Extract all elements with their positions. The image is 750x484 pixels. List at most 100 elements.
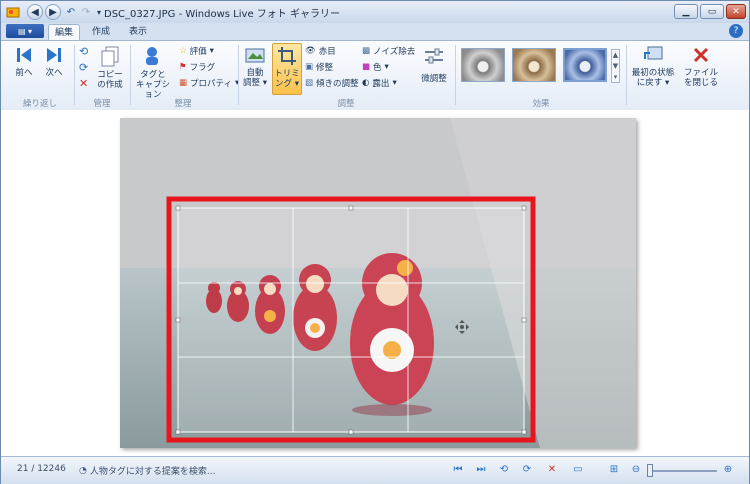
app-menu-button[interactable]: ▤ ▾ <box>6 24 44 38</box>
group-label-repeat: 繰り返し <box>22 99 57 109</box>
minimize-button[interactable]: ▁ <box>674 4 698 19</box>
rotate-right-icon: ⟳ <box>79 61 89 74</box>
color-label: 色 <box>373 63 382 73</box>
rotate-left-icon: ⟲ <box>79 45 89 58</box>
ribbon-separator <box>74 45 75 105</box>
photo <box>120 118 636 448</box>
rotate-right-icon[interactable]: ⟳ <box>520 463 534 477</box>
color-icon: ■ <box>362 62 371 72</box>
retouch-icon: ▣ <box>305 62 314 72</box>
retouch-button[interactable]: ▣ 修整 <box>305 61 333 73</box>
ribbon: 前へ 次へ 繰り返し ⟲ ⟳ ✕ コピー の作成 管理 タグと キャプション ☆… <box>1 40 749 111</box>
color-button[interactable]: ■ 色 ▾ <box>362 61 389 73</box>
tag-label-1: タグと <box>140 70 166 80</box>
retouch-label: 修整 <box>316 63 334 73</box>
tag-icon <box>146 47 158 65</box>
status-bar: 21 / 12246 ◔ 人物タグに対する提案を検索... ⏮ ⏭ ⟲ ⟳ ✕ … <box>1 456 749 484</box>
ribbon-separator <box>130 45 131 105</box>
close-icon: ✕ <box>732 6 740 17</box>
prev-button[interactable]: 前へ <box>11 45 37 78</box>
people-tag-suggestion[interactable]: ◔ 人物タグに対する提案を検索... <box>79 464 216 478</box>
redeye-label: 赤目 <box>318 47 336 57</box>
auto-adjust-button[interactable]: 自動 調整 ▾ <box>241 45 269 88</box>
properties-icon: ▦ <box>179 78 188 88</box>
back-icon[interactable]: ◀ <box>27 4 43 20</box>
rotate-left-icon[interactable]: ⟲ <box>497 463 511 477</box>
effect-gallery-scroll[interactable]: ▲ ▼ ▾ <box>611 49 620 83</box>
tag-caption-button[interactable]: タグと キャプション <box>132 45 174 100</box>
auto-adjust-label-1: 自動 <box>246 68 264 78</box>
minimize-icon: ▁ <box>682 6 690 17</box>
zoom-out-icon[interactable]: ⊖ <box>629 463 643 477</box>
delete-button[interactable]: ✕ <box>79 77 88 90</box>
app-icon[interactable] <box>5 4 21 20</box>
copy-label-2: の作成 <box>97 80 123 90</box>
revert-label-2-text: に戻す <box>636 78 663 88</box>
zoom-slider[interactable] <box>647 470 717 472</box>
zoom-in-icon[interactable]: ⊕ <box>721 463 735 477</box>
close-file-icon <box>693 47 709 63</box>
fine-tune-button[interactable]: 微調整 <box>417 45 451 84</box>
flag-button[interactable]: ⚑ フラグ <box>179 61 215 73</box>
copy-button[interactable]: コピー の作成 <box>95 45 125 90</box>
next-button[interactable]: 次へ <box>41 45 67 78</box>
trim-label-2: ング ▾ <box>275 79 299 89</box>
rotate-right-button[interactable]: ⟳ <box>79 61 88 74</box>
rating-label: 評価 <box>189 47 207 57</box>
group-label-manage: 管理 <box>93 99 111 109</box>
photo-count: 21 / 12246 <box>17 464 66 474</box>
close-file-label-1: ファイル <box>683 68 718 78</box>
undo-icon[interactable]: ↶ <box>63 4 79 20</box>
slideshow-icon[interactable]: ▭ <box>571 463 585 477</box>
revert-icon <box>644 46 663 60</box>
close-file-label-2: を閉じる <box>683 78 718 88</box>
straighten-button[interactable]: ▧ 傾きの調整 <box>305 77 359 89</box>
zoom-slider-thumb[interactable] <box>647 464 653 477</box>
ribbon-separator <box>455 45 456 105</box>
properties-button[interactable]: ▦プロパティ▾ <box>179 77 239 89</box>
flag-label: フラグ <box>189 63 216 73</box>
tab-view[interactable]: 表示 <box>122 24 154 40</box>
group-label-adjust: 調整 <box>337 99 355 109</box>
delete-icon: ✕ <box>79 77 89 90</box>
exposure-button[interactable]: ◐ 露出 ▾ <box>362 77 397 89</box>
next-photo-icon[interactable]: ⏭ <box>474 463 488 477</box>
prev-photo-icon[interactable]: ⏮ <box>451 463 465 477</box>
auto-adjust-label-2: 調整 ▾ <box>243 78 267 88</box>
straighten-label: 傾きの調整 <box>316 79 359 89</box>
close-file-button[interactable]: ファイル を閉じる <box>681 45 721 88</box>
tab-create[interactable]: 作成 <box>85 24 117 40</box>
fine-tune-label: 微調整 <box>421 74 447 84</box>
forward-icon[interactable]: ▶ <box>45 4 61 20</box>
dropdown-icon: ▾ <box>384 62 389 72</box>
maximize-button[interactable]: ▭ <box>700 4 724 19</box>
effect-cyanotype[interactable] <box>563 48 607 82</box>
trim-label-2-text: ング <box>275 79 293 89</box>
crop-selection[interactable] <box>177 207 525 433</box>
close-button[interactable]: ✕ <box>726 4 746 19</box>
effect-sepia[interactable] <box>512 48 556 82</box>
properties-label: プロパティ <box>190 79 233 89</box>
trim-button[interactable]: トリミ ング ▾ <box>272 43 302 95</box>
effect-black-white[interactable] <box>461 48 505 82</box>
actual-size-icon[interactable]: ⊞ <box>607 463 621 477</box>
next-label: 次へ <box>45 68 63 78</box>
people-tag-suggestion-text: 人物タグに対する提案を検索... <box>89 467 216 477</box>
noise-label: ノイズ除去 <box>373 47 416 57</box>
group-label-organize: 整理 <box>174 99 192 109</box>
noise-reduction-button[interactable]: ▩ ノイズ除去 <box>362 45 415 57</box>
copy-label-1: コピー <box>97 70 123 80</box>
rating-button[interactable]: ☆ 評価 ▾ <box>179 45 214 57</box>
crop-icon <box>278 47 296 65</box>
rotate-left-button[interactable]: ⟲ <box>79 45 88 58</box>
delete-icon[interactable]: ✕ <box>545 463 559 477</box>
tab-edit[interactable]: 編集 <box>48 24 80 40</box>
redeye-button[interactable]: 👁 赤目 <box>305 45 336 57</box>
revert-button[interactable]: 最初の状態 に戻す ▾ <box>629 45 677 88</box>
help-icon[interactable]: ? <box>729 24 743 38</box>
flag-icon: ⚑ <box>179 62 187 72</box>
auto-adjust-icon <box>245 48 265 63</box>
app-window: ◀ ▶ ↶ ↷ ▾ DSC_0327.JPG - Windows Live フォ… <box>0 0 750 484</box>
dropdown-icon: ▾ <box>209 46 214 56</box>
app-menu-icon: ▤ ▾ <box>17 26 33 36</box>
